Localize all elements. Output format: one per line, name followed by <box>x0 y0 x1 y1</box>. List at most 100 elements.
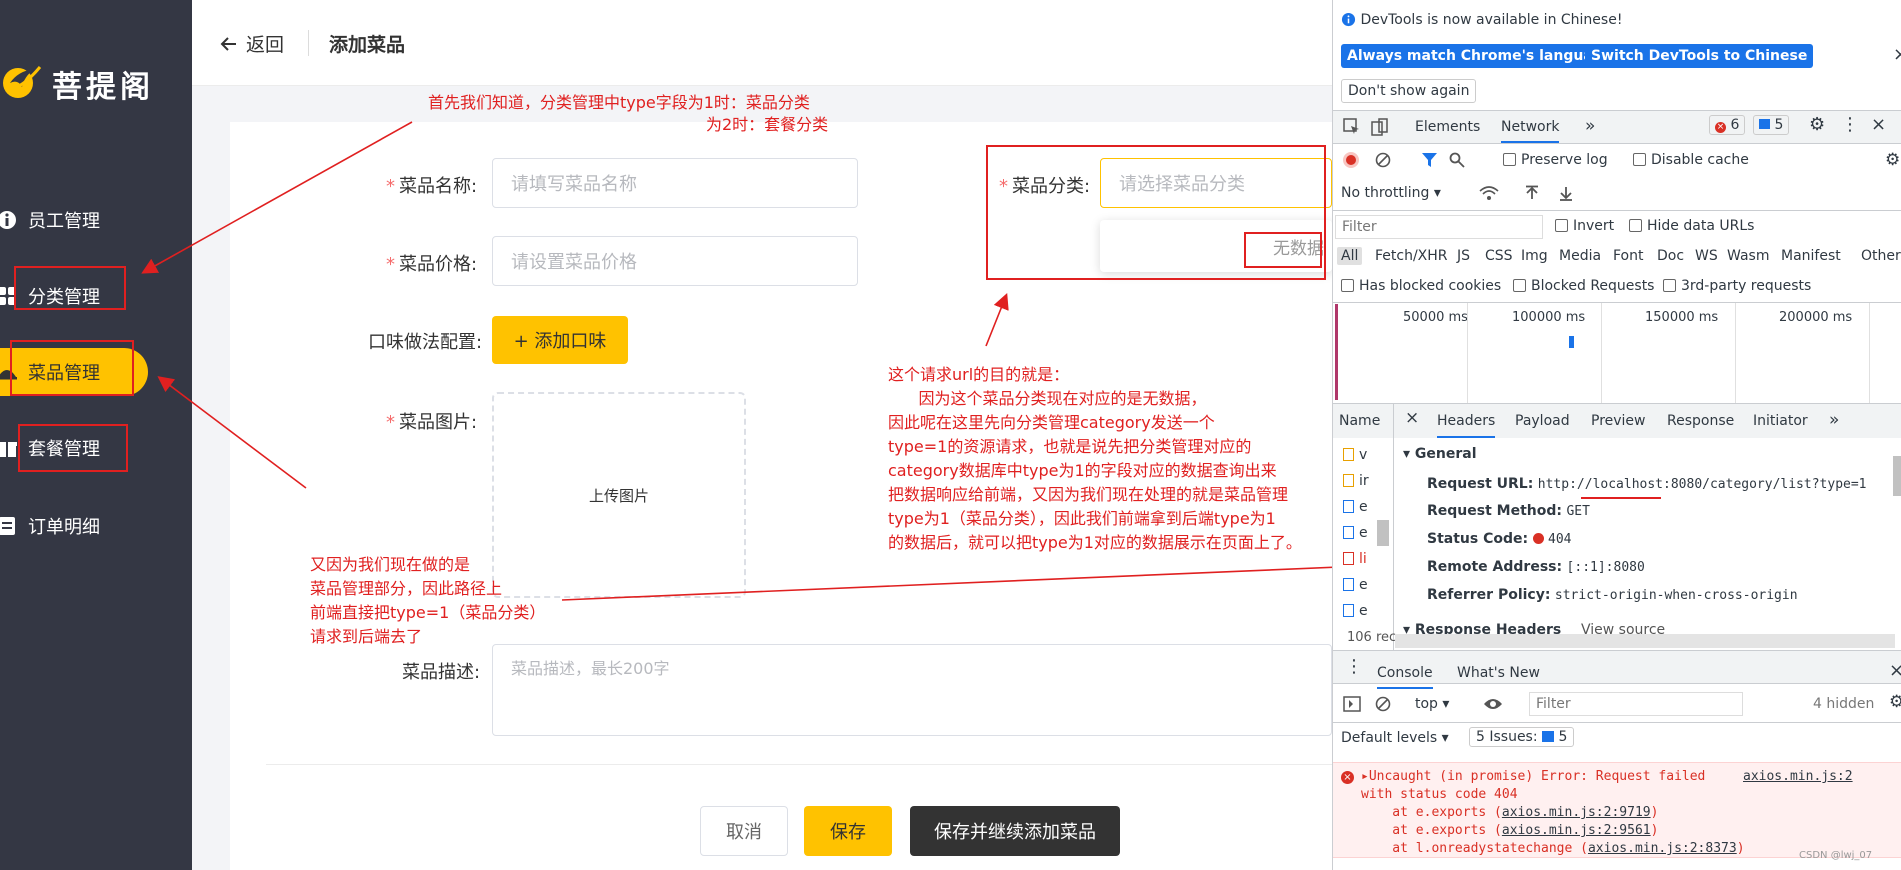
drawer-menu-icon[interactable]: ⋮ <box>1345 656 1363 677</box>
record-icon[interactable] <box>1343 152 1359 168</box>
sidebar-item-employee[interactable]: 员工管理 <box>0 196 192 244</box>
list-scrollbar[interactable] <box>1377 520 1389 546</box>
list-item[interactable]: e <box>1343 525 1368 541</box>
type-filter-media[interactable]: Media <box>1559 248 1601 264</box>
view-source-link[interactable]: View source <box>1581 622 1665 634</box>
network-filter-input[interactable]: Filter <box>1335 215 1543 239</box>
type-filter-ws[interactable]: WS <box>1695 248 1718 264</box>
detail-tab-initiator[interactable]: Initiator <box>1753 413 1808 429</box>
sidebar-toggle-icon[interactable] <box>1343 696 1361 712</box>
detail-tab-preview[interactable]: Preview <box>1591 413 1646 429</box>
network-conditions-icon[interactable] <box>1479 185 1499 201</box>
match-language-button[interactable]: Always match Chrome's language <box>1341 44 1619 68</box>
network-settings-icon[interactable]: ⚙ <box>1885 150 1900 170</box>
type-filter-js[interactable]: JS <box>1457 248 1470 264</box>
default-levels-select[interactable]: Default levels ▾ <box>1341 730 1449 746</box>
device-toolbar-icon[interactable] <box>1371 118 1389 136</box>
type-filter-img[interactable]: Img <box>1521 248 1548 264</box>
annotation-type-note-line1: 首先我们知道，分类管理中type字段为1时：菜品分类 <box>428 93 810 112</box>
type-filter-all[interactable]: All <box>1337 247 1363 265</box>
list-item[interactable]: li <box>1343 551 1367 567</box>
close-devtools-icon[interactable]: × <box>1871 114 1886 135</box>
inspect-element-icon[interactable] <box>1343 118 1361 136</box>
list-item[interactable]: e <box>1343 603 1368 619</box>
console-filter-input[interactable]: Filter <box>1529 692 1743 716</box>
clear-console-icon[interactable] <box>1375 696 1391 712</box>
throttling-select[interactable]: No throttling ▾ <box>1341 185 1441 201</box>
invert-checkbox[interactable]: Invert <box>1555 218 1614 234</box>
message-count-badge[interactable]: 5 <box>1753 115 1790 135</box>
dont-show-again-button[interactable]: Don't show again <box>1341 79 1477 103</box>
stack-link[interactable]: axios.min.js:2:8373 <box>1588 841 1737 856</box>
dish-price-input[interactable]: 请设置菜品价格 <box>492 236 858 286</box>
tab-console[interactable]: Console <box>1377 665 1433 689</box>
clear-icon[interactable] <box>1375 152 1391 168</box>
detail-vscrollbar[interactable] <box>1893 456 1901 496</box>
type-filter-other[interactable]: Other <box>1861 248 1901 264</box>
close-detail-icon[interactable]: × <box>1405 408 1419 428</box>
console-settings-icon[interactable]: ⚙ <box>1889 692 1901 712</box>
eye-icon[interactable] <box>1483 697 1503 711</box>
preserve-log-checkbox[interactable]: Preserve log <box>1503 152 1608 168</box>
tab-network[interactable]: Network <box>1501 119 1560 143</box>
tab-whats-new[interactable]: What's New <box>1457 665 1540 681</box>
back-button[interactable]: 返回 <box>220 30 284 57</box>
more-detail-tabs-icon[interactable]: » <box>1829 410 1839 430</box>
response-headers-title[interactable]: ▾ Response Headers <box>1403 622 1561 634</box>
type-filter-manifest[interactable]: Manifest <box>1781 248 1841 264</box>
add-flavor-button[interactable]: + 添加口味 <box>492 316 628 364</box>
more-tabs-icon[interactable]: » <box>1585 116 1595 136</box>
close-banner-icon[interactable]: × <box>1893 44 1901 65</box>
status-error-dot <box>1532 533 1544 544</box>
dish-name-input[interactable]: 请填写菜品名称 <box>492 158 858 208</box>
context-select[interactable]: top ▾ <box>1415 696 1449 712</box>
url-underline <box>1581 497 1661 499</box>
settings-gear-icon[interactable]: ⚙ <box>1809 114 1825 135</box>
request-method-row: Request Method: GET <box>1427 503 1590 519</box>
app-logo: 菩提阁 <box>0 56 192 106</box>
disable-cache-checkbox[interactable]: Disable cache <box>1633 152 1749 168</box>
third-party-checkbox[interactable]: 3rd-party requests <box>1663 278 1811 294</box>
cancel-button[interactable]: 取消 <box>700 806 788 856</box>
search-icon[interactable] <box>1449 152 1465 168</box>
type-filter-font[interactable]: Font <box>1613 248 1643 264</box>
general-section-title[interactable]: ▾ General <box>1403 446 1477 462</box>
stack-link[interactable]: axios.min.js:2:9561 <box>1502 823 1651 838</box>
image-upload-area[interactable]: 上传图片 <box>492 392 746 598</box>
switch-chinese-button[interactable]: Switch DevTools to Chinese <box>1585 44 1814 68</box>
export-har-icon[interactable] <box>1559 185 1573 201</box>
type-filter-fetch[interactable]: Fetch/XHR <box>1375 248 1448 264</box>
blocked-cookies-checkbox[interactable]: Has blocked cookies <box>1341 278 1501 294</box>
name-column-header: Name <box>1339 413 1381 429</box>
list-item[interactable]: ir <box>1343 473 1369 489</box>
issues-badge[interactable]: 5 Issues: 5 <box>1469 727 1575 747</box>
type-filter-wasm[interactable]: Wasm <box>1727 248 1769 264</box>
dish-desc-textarea[interactable]: 菜品描述，最长200字 <box>492 644 1332 736</box>
tab-elements[interactable]: Elements <box>1415 119 1480 135</box>
close-drawer-icon[interactable]: × <box>1889 660 1901 681</box>
detail-tab-payload[interactable]: Payload <box>1515 413 1570 429</box>
kebab-menu-icon[interactable]: ⋮ <box>1841 114 1859 135</box>
type-filter-doc[interactable]: Doc <box>1657 248 1684 264</box>
hide-data-urls-checkbox[interactable]: Hide data URLs <box>1629 218 1754 234</box>
request-url-row: Request URL: http://localhost:8080/categ… <box>1427 476 1867 492</box>
error-source-link[interactable]: axios.min.js:2 <box>1743 769 1853 784</box>
detail-hscrollbar[interactable] <box>1395 634 1895 648</box>
save-button[interactable]: 保存 <box>804 806 892 856</box>
save-continue-button[interactable]: 保存并继续添加菜品 <box>910 806 1120 856</box>
list-item[interactable]: e <box>1343 577 1368 593</box>
sidebar-item-order[interactable]: 订单明细 <box>0 502 192 550</box>
detail-tab-response[interactable]: Response <box>1667 413 1734 429</box>
list-item[interactable]: v <box>1343 447 1367 463</box>
list-item[interactable]: e <box>1343 499 1368 515</box>
order-icon <box>0 517 15 535</box>
blocked-requests-checkbox[interactable]: Blocked Requests <box>1513 278 1654 294</box>
error-count-badge[interactable]: × 6 <box>1709 115 1746 135</box>
console-error-message: × ▸Uncaught (in promise) Error: Request … <box>1333 762 1901 858</box>
issues-icon <box>1542 731 1555 742</box>
type-filter-css[interactable]: CSS <box>1485 248 1513 264</box>
detail-tab-headers[interactable]: Headers <box>1437 413 1496 438</box>
stack-link[interactable]: axios.min.js:2:9719 <box>1502 805 1651 820</box>
import-har-icon[interactable] <box>1525 185 1539 201</box>
filter-icon[interactable] <box>1421 152 1438 168</box>
